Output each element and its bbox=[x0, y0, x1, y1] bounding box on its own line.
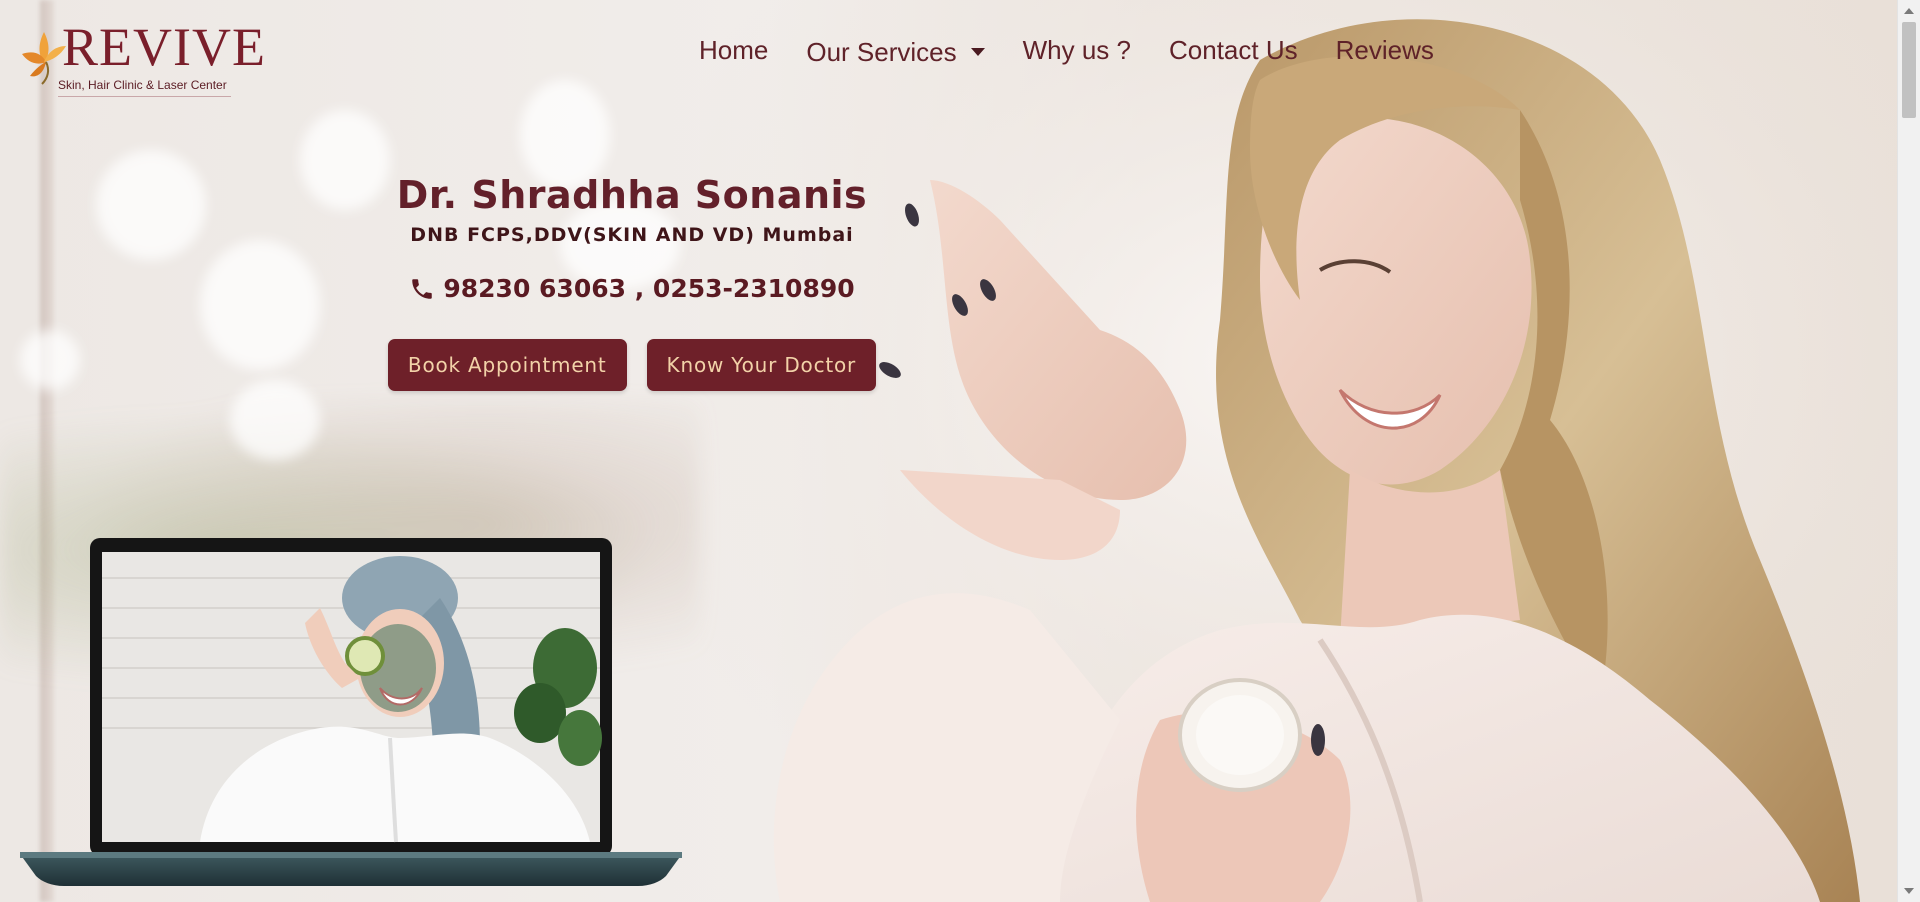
clinic-logo[interactable]: REVIVE Skin, Hair Clinic & Laser Center bbox=[16, 6, 265, 98]
logo-wordmark: REVIVE bbox=[62, 17, 266, 77]
background-bokeh bbox=[200, 240, 320, 370]
vertical-scrollbar[interactable] bbox=[1897, 0, 1920, 902]
background-bokeh bbox=[96, 150, 206, 260]
hero-buttons: Book Appointment Know Your Doctor bbox=[374, 339, 890, 391]
phone-contact[interactable]: 98230 63063 , 0253-2310890 bbox=[374, 274, 890, 303]
nav-home[interactable]: Home bbox=[699, 35, 768, 66]
laptop-image bbox=[20, 538, 682, 886]
main-nav: Home Our Services Why us ? Contact Us Re… bbox=[699, 30, 1472, 70]
scroll-down-arrow-icon[interactable] bbox=[1904, 888, 1914, 894]
nav-contact-us[interactable]: Contact Us bbox=[1169, 35, 1298, 66]
nav-reviews[interactable]: Reviews bbox=[1336, 35, 1434, 66]
nav-why-us[interactable]: Why us ? bbox=[1023, 35, 1131, 66]
background-bokeh bbox=[20, 330, 80, 390]
hero-woman-image bbox=[700, 0, 1900, 902]
logo-tagline: Skin, Hair Clinic & Laser Center bbox=[58, 78, 231, 97]
know-your-doctor-button[interactable]: Know Your Doctor bbox=[646, 339, 877, 391]
page: REVIVE Skin, Hair Clinic & Laser Center … bbox=[0, 0, 1920, 902]
book-appointment-button[interactable]: Book Appointment bbox=[387, 339, 627, 391]
doctor-qualifications: DNB FCPS,DDV(SKIN AND VD) Mumbai bbox=[410, 224, 854, 246]
background-bokeh bbox=[230, 380, 320, 460]
nav-our-services-label: Our Services bbox=[806, 36, 957, 67]
doctor-name: Dr. Shradhha Sonanis bbox=[396, 173, 868, 217]
phone-icon bbox=[412, 278, 433, 299]
scrollbar-thumb[interactable] bbox=[1902, 22, 1916, 118]
nav-our-services[interactable]: Our Services bbox=[806, 36, 985, 68]
hero-section: Dr. Shradhha Sonanis DNB FCPS,DDV(SKIN A… bbox=[374, 170, 890, 391]
caret-down-icon bbox=[970, 48, 985, 56]
phone-numbers: 98230 63063 , 0253-2310890 bbox=[443, 274, 855, 303]
scroll-up-arrow-icon[interactable] bbox=[1904, 8, 1914, 14]
